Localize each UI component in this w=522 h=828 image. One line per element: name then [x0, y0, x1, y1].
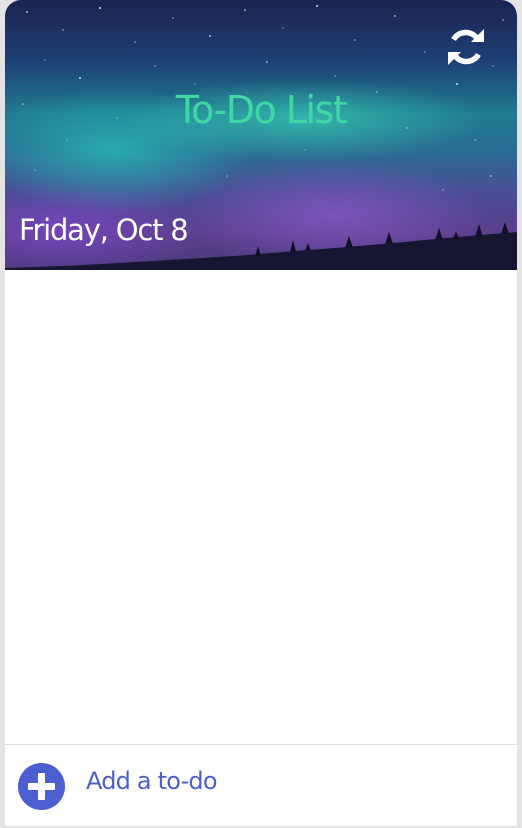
app-title: To-Do List — [175, 88, 348, 132]
todo-card: To-Do List Friday, Oct 8 Add a to-do — [5, 0, 517, 826]
header-banner: To-Do List Friday, Oct 8 — [5, 0, 517, 270]
add-todo-label[interactable]: Add a to-do — [86, 767, 218, 795]
current-date: Friday, Oct 8 — [19, 213, 189, 247]
todo-list — [5, 270, 517, 744]
refresh-icon — [448, 29, 484, 65]
plus-circle-icon — [18, 763, 65, 810]
add-todo-button[interactable] — [18, 763, 65, 810]
refresh-button[interactable] — [445, 26, 487, 68]
add-todo-bar: Add a to-do — [5, 744, 517, 826]
